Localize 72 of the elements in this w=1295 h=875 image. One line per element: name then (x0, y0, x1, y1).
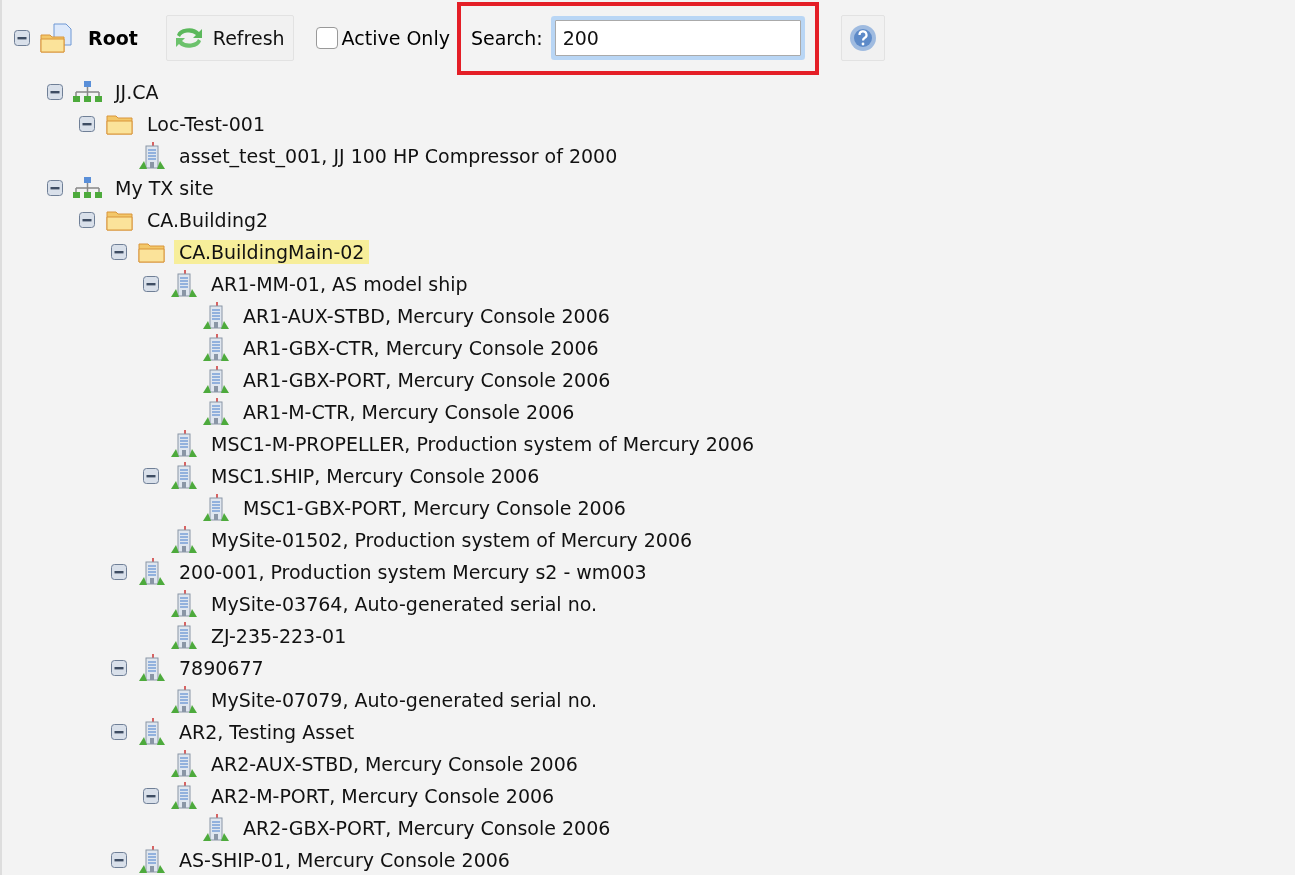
building-icon (170, 462, 197, 490)
folder-icon (106, 209, 133, 231)
search-field[interactable]: 200 (554, 20, 801, 56)
tree-node-label[interactable]: ZJ-235-223-01 (206, 624, 352, 648)
tree-node-label[interactable]: CA.BuildingMain-02 (174, 240, 370, 264)
building-icon (170, 590, 197, 618)
building-icon (202, 814, 229, 842)
collapse-icon[interactable] (111, 724, 127, 740)
tree-node-label[interactable]: 200-001, Production system Mercury s2 - wm003 (174, 560, 652, 584)
tree-node-label[interactable]: MSC1.SHIP, Mercury Console 2006 (206, 464, 545, 488)
building-icon (170, 782, 197, 810)
tree-node-label[interactable]: CA.Building2 (142, 208, 274, 232)
building-icon (170, 686, 197, 714)
building-icon (202, 334, 229, 362)
tree-node-label[interactable]: AR1-GBX-PORT, Mercury Console 2006 (238, 368, 616, 392)
tree-node-label[interactable]: AR1-M-CTR, Mercury Console 2006 (238, 400, 580, 424)
tree-node-label[interactable]: MySite-07079, Auto-generated serial no. (206, 688, 602, 712)
building-icon (170, 526, 197, 554)
tree-node-label[interactable]: AR1-AUX-STBD, Mercury Console 2006 (238, 304, 615, 328)
tree-node-label[interactable]: AR2, Testing Asset (174, 720, 360, 744)
tree-node-label[interactable]: JJ.CA (110, 80, 164, 104)
building-icon (170, 622, 197, 650)
collapse-icon[interactable] (111, 852, 127, 868)
tree-node-label[interactable]: AR2-M-PORT, Mercury Console 2006 (206, 784, 560, 808)
collapse-icon[interactable] (14, 30, 30, 46)
building-icon (202, 366, 229, 394)
tree-node-label[interactable]: asset_test_001, JJ 100 HP Compressor of 2000 (174, 144, 623, 168)
building-icon (138, 558, 165, 586)
tree-node-label[interactable]: AS-SHIP-01, Mercury Console 2006 (174, 848, 515, 872)
building-icon (170, 430, 197, 458)
collapse-icon[interactable] (47, 180, 63, 196)
folder-icon (106, 113, 133, 135)
hierarchy-icon (72, 177, 103, 199)
building-icon (202, 494, 229, 522)
active-only-label[interactable]: Active Only (341, 27, 450, 49)
collapse-icon[interactable] (111, 660, 127, 676)
tree-node-label[interactable]: MSC1-GBX-PORT, Mercury Console 2006 (238, 496, 631, 520)
building-icon (202, 302, 229, 330)
hierarchy-icon (72, 81, 103, 103)
tree-node-label[interactable]: AR1-MM-01, AS model ship (206, 272, 473, 296)
collapse-icon[interactable] (143, 468, 159, 484)
tree-node-label[interactable]: My TX site (110, 176, 219, 200)
help-button[interactable] (840, 15, 885, 61)
collapse-icon[interactable] (79, 212, 95, 228)
folder-icon (138, 241, 165, 263)
tree-node-label[interactable]: AR2-AUX-STBD, Mercury Console 2006 (206, 752, 583, 776)
root-node[interactable]: Root (88, 27, 138, 49)
tree-node-label[interactable]: AR1-GBX-CTR, Mercury Console 2006 (238, 336, 604, 360)
collapse-icon[interactable] (111, 244, 127, 260)
building-icon (202, 398, 229, 426)
search-label: Search: (470, 27, 543, 49)
collapse-icon[interactable] (47, 84, 63, 100)
collapse-icon[interactable] (143, 276, 159, 292)
building-icon (170, 750, 197, 778)
building-icon (170, 270, 197, 298)
refresh-button[interactable]: Refresh (165, 15, 294, 61)
help-icon (848, 24, 877, 52)
folder-document-icon (40, 23, 72, 53)
tree-node-label[interactable]: AR2-GBX-PORT, Mercury Console 2006 (238, 816, 616, 840)
tree-node-label[interactable]: MSC1-M-PROPELLER, Production system of Mercury 2006 (206, 432, 760, 456)
collapse-icon[interactable] (111, 564, 127, 580)
active-only-checkbox[interactable] (315, 27, 338, 49)
building-icon (138, 654, 165, 682)
building-icon (138, 846, 165, 874)
building-icon (138, 718, 165, 746)
tree-node-label[interactable]: 7890677 (174, 656, 269, 680)
tree-node-label[interactable]: MySite-03764, Auto-generated serial no. (206, 592, 602, 616)
tree-node-label[interactable]: MySite-01502, Production system of Mercury 2006 (206, 528, 698, 552)
collapse-icon[interactable] (79, 116, 95, 132)
tree-node-label[interactable]: Loc-Test-001 (142, 112, 270, 136)
collapse-icon[interactable] (143, 788, 159, 804)
building-icon (138, 142, 165, 170)
